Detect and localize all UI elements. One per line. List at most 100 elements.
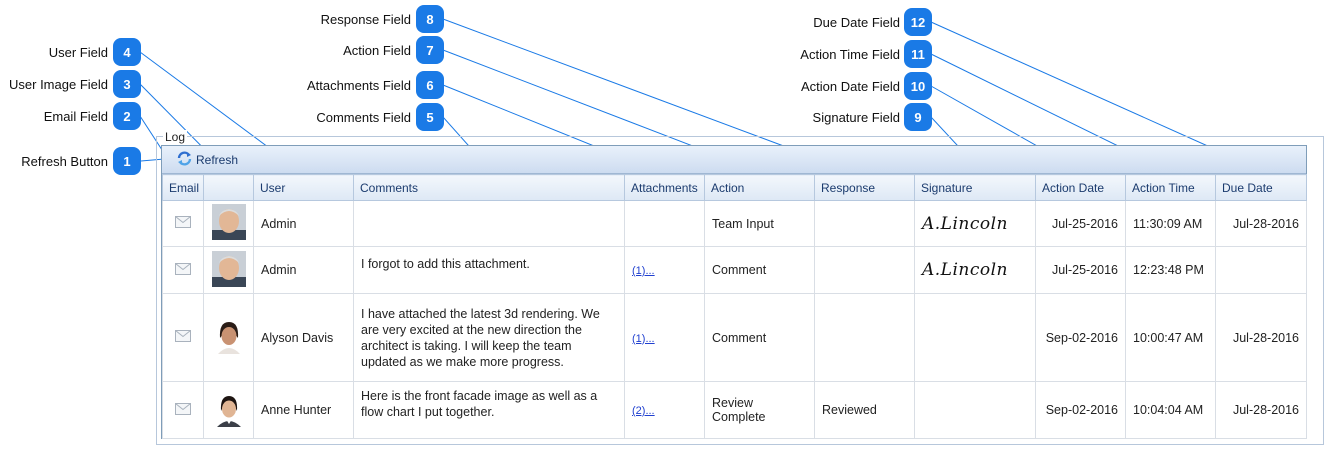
callout-attachments-label: Attachments Field bbox=[306, 78, 411, 93]
callout-badge-10: 10 bbox=[904, 72, 932, 100]
signature-image: A.Lincoln bbox=[922, 213, 1008, 234]
signature-cell bbox=[914, 381, 1036, 439]
envelope-icon[interactable] bbox=[175, 330, 191, 345]
callout-action-label: Action Field bbox=[343, 43, 411, 58]
attachments-link[interactable]: (2)... bbox=[632, 405, 655, 417]
email-cell[interactable] bbox=[162, 293, 204, 382]
col-header-action[interactable]: Action bbox=[704, 174, 815, 201]
col-header-signature[interactable]: Signature bbox=[914, 174, 1036, 201]
callout-comments-label: Comments Field bbox=[316, 110, 411, 125]
col-header-attachments[interactable]: Attachments bbox=[624, 174, 705, 201]
log-header-row: Email User Comments Attachments Action R… bbox=[162, 174, 1307, 201]
table-row[interactable]: Alyson Davis I have attached the latest … bbox=[162, 293, 1307, 382]
callout-badge-6: 6 bbox=[416, 71, 444, 99]
callout-badge-8: 8 bbox=[416, 5, 444, 33]
col-header-user[interactable]: User bbox=[253, 174, 354, 201]
response-cell bbox=[814, 293, 915, 382]
email-cell[interactable] bbox=[162, 246, 204, 294]
action-date-cell: Sep-02-2016 bbox=[1035, 381, 1126, 439]
callout-signature-label: Signature Field bbox=[812, 110, 900, 125]
email-cell[interactable] bbox=[162, 381, 204, 439]
user-image-cell bbox=[203, 381, 254, 439]
envelope-icon[interactable] bbox=[175, 402, 191, 418]
attachments-link[interactable]: (1)... bbox=[632, 333, 655, 345]
callout-badge-3: 3 bbox=[113, 70, 141, 98]
callout-badge-7: 7 bbox=[416, 36, 444, 64]
attachments-link[interactable]: (1)... bbox=[632, 265, 655, 277]
callout-action-date-label: Action Date Field bbox=[801, 79, 900, 94]
callout-response-label: Response Field bbox=[320, 12, 411, 27]
action-cell: Comment bbox=[704, 246, 815, 294]
user-cell: Anne Hunter bbox=[253, 381, 354, 439]
email-cell[interactable] bbox=[162, 200, 204, 247]
action-time-cell: 11:30:09 AM bbox=[1125, 200, 1216, 247]
comments-cell: Here is the front facade image as well a… bbox=[353, 381, 625, 439]
action-time-cell: 10:00:47 AM bbox=[1125, 293, 1216, 382]
callout-user-label: User Field bbox=[48, 45, 108, 60]
action-time-cell: 12:23:48 PM bbox=[1125, 246, 1216, 294]
comments-cell bbox=[353, 200, 625, 247]
signature-image: A.Lincoln bbox=[922, 260, 1008, 280]
callout-badge-12: 12 bbox=[904, 8, 932, 36]
action-date-cell: Jul-25-2016 bbox=[1035, 246, 1126, 294]
response-cell: Reviewed bbox=[814, 381, 915, 439]
envelope-icon[interactable] bbox=[175, 216, 191, 231]
signature-cell bbox=[914, 293, 1036, 382]
signature-cell: A.Lincoln bbox=[914, 200, 1036, 247]
user-cell: Alyson Davis bbox=[253, 293, 354, 382]
envelope-icon[interactable] bbox=[175, 262, 191, 278]
action-cell: Team Input bbox=[704, 200, 815, 247]
avatar bbox=[211, 204, 246, 240]
signature-cell: A.Lincoln bbox=[914, 246, 1036, 294]
avatar bbox=[211, 250, 246, 287]
user-image-cell bbox=[203, 293, 254, 382]
table-row[interactable]: Admin I forgot to add this attachment. (… bbox=[162, 246, 1307, 294]
response-cell bbox=[814, 200, 915, 247]
attachments-cell: (1)... bbox=[624, 246, 705, 294]
avatar bbox=[211, 318, 246, 354]
refresh-button[interactable]: Refresh bbox=[176, 150, 238, 169]
comments-cell: I forgot to add this attachment. bbox=[353, 246, 625, 294]
refresh-icon bbox=[176, 150, 193, 170]
col-header-email[interactable]: Email bbox=[162, 174, 204, 201]
user-cell: Admin bbox=[253, 200, 354, 247]
callout-badge-1: 1 bbox=[113, 147, 141, 175]
due-date-cell: Jul-28-2016 bbox=[1215, 200, 1307, 247]
attachments-cell bbox=[624, 200, 705, 247]
response-cell bbox=[814, 246, 915, 294]
avatar bbox=[211, 390, 246, 427]
user-image-cell bbox=[203, 246, 254, 294]
col-header-due-date[interactable]: Due Date bbox=[1215, 174, 1307, 201]
refresh-label: Refresh bbox=[196, 152, 239, 167]
comments-cell: I have attached the latest 3d rendering.… bbox=[353, 293, 625, 382]
user-cell: Admin bbox=[253, 246, 354, 294]
log-group-title: Log bbox=[163, 130, 188, 144]
col-header-user-image[interactable] bbox=[203, 174, 254, 201]
due-date-cell: Jul-28-2016 bbox=[1215, 293, 1307, 382]
action-date-cell: Jul-25-2016 bbox=[1035, 200, 1126, 247]
col-header-action-date[interactable]: Action Date bbox=[1035, 174, 1126, 201]
attachments-cell: (1)... bbox=[624, 293, 705, 382]
user-image-cell bbox=[203, 200, 254, 247]
table-row[interactable]: Admin Team Input A.Lincoln Jul-25-2016 1… bbox=[162, 200, 1307, 247]
callout-badge-5: 5 bbox=[416, 103, 444, 131]
log-grid-panel: Refresh Email User Comments Attachments … bbox=[161, 145, 1307, 439]
due-date-cell bbox=[1215, 246, 1307, 294]
table-row[interactable]: Anne Hunter Here is the front facade ima… bbox=[162, 381, 1307, 439]
attachments-cell: (2)... bbox=[624, 381, 705, 439]
action-cell: Review Complete bbox=[704, 381, 815, 439]
col-header-response[interactable]: Response bbox=[814, 174, 915, 201]
callout-badge-4: 4 bbox=[113, 38, 141, 66]
col-header-comments[interactable]: Comments bbox=[353, 174, 625, 201]
callout-badge-11: 11 bbox=[904, 40, 932, 68]
callout-badge-2: 2 bbox=[113, 102, 141, 130]
callout-action-time-label: Action Time Field bbox=[800, 47, 900, 62]
callout-refresh-label: Refresh Button bbox=[21, 154, 108, 169]
col-header-action-time[interactable]: Action Time bbox=[1125, 174, 1216, 201]
callout-badge-9: 9 bbox=[904, 103, 932, 131]
log-table: Email User Comments Attachments Action R… bbox=[162, 174, 1307, 439]
due-date-cell: Jul-28-2016 bbox=[1215, 381, 1307, 439]
action-date-cell: Sep-02-2016 bbox=[1035, 293, 1126, 382]
log-toolbar: Refresh bbox=[162, 146, 1306, 174]
action-cell: Comment bbox=[704, 293, 815, 382]
